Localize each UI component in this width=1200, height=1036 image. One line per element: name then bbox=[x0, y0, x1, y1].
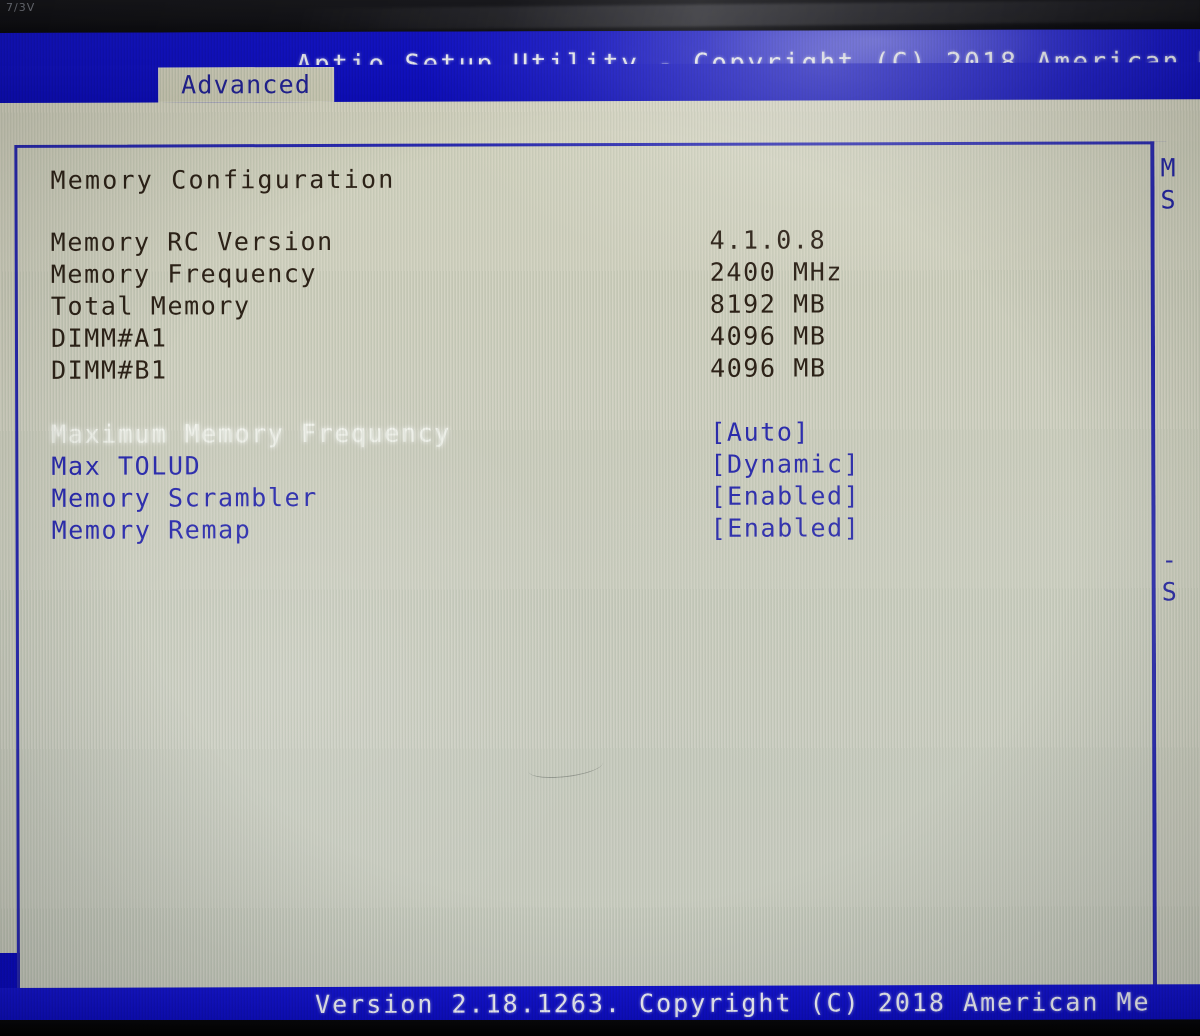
setting-label: Memory Scrambler bbox=[51, 482, 318, 513]
setting-label: Maximum Memory Frequency bbox=[51, 418, 451, 449]
setting-label: Memory Remap bbox=[51, 515, 252, 545]
footer-bar: Version 2.18.1263. Copyright (C) 2018 Am… bbox=[0, 984, 1200, 1023]
monitor-bezel-bottom bbox=[0, 1020, 1200, 1036]
setting-label: Max TOLUD bbox=[51, 451, 202, 481]
help-text-fragment: M bbox=[1160, 153, 1177, 183]
info-row-dimm-a1: DIMM#A1 4096 MB bbox=[18, 320, 1164, 355]
help-text-fragment: S bbox=[1160, 185, 1177, 215]
monitor-photo: 7/3V Aptio Setup Utility - Copyright (C)… bbox=[0, 0, 1200, 1036]
section-heading: Memory Configuration bbox=[50, 164, 396, 195]
setting-value[interactable]: [Enabled] bbox=[710, 481, 860, 510]
menu-bar: Advanced bbox=[0, 62, 1200, 103]
bezel-label: 7/3V bbox=[6, 1, 36, 14]
info-label: Memory Frequency bbox=[50, 258, 318, 289]
info-row-total-memory: Total Memory 8192 MB bbox=[18, 288, 1164, 323]
info-row-memory-rc-version: Memory RC Version 4.1.0.8 bbox=[18, 224, 1164, 259]
setting-value[interactable]: [Dynamic] bbox=[710, 449, 860, 478]
info-value: 4096 MB bbox=[710, 353, 827, 383]
setting-row-max-tolud[interactable]: Max TOLUD [Dynamic] bbox=[18, 448, 1164, 483]
settings-panel: Memory Configuration Memory RC Version 4… bbox=[14, 141, 1170, 1007]
info-value: 8192 MB bbox=[709, 289, 827, 319]
info-label: Memory RC Version bbox=[50, 226, 334, 257]
info-value: 2400 MHz bbox=[709, 257, 844, 287]
help-text-fragment: - bbox=[1161, 545, 1178, 575]
setting-value[interactable]: [Enabled] bbox=[711, 513, 861, 542]
help-text-fragment: S bbox=[1161, 577, 1178, 607]
info-label: DIMM#A1 bbox=[50, 323, 168, 353]
setting-row-memory-remap[interactable]: Memory Remap [Enabled] bbox=[19, 512, 1165, 547]
info-value: 4096 MB bbox=[709, 321, 827, 351]
info-label: DIMM#B1 bbox=[51, 355, 168, 385]
tab-advanced-label: Advanced bbox=[181, 70, 312, 100]
bios-screen: Aptio Setup Utility - Copyright (C) 2018… bbox=[0, 29, 1200, 1023]
footer-version-text: Version 2.18.1263. Copyright (C) 2018 Am… bbox=[315, 987, 1151, 1020]
bezel-sheen bbox=[300, 0, 1200, 31]
setting-row-maximum-memory-frequency[interactable]: Maximum Memory Frequency [Auto] bbox=[18, 416, 1164, 451]
tab-advanced[interactable]: Advanced bbox=[158, 66, 335, 103]
setting-value[interactable]: [Auto] bbox=[710, 417, 810, 446]
setting-row-memory-scrambler[interactable]: Memory Scrambler [Enabled] bbox=[18, 480, 1164, 515]
info-value: 4.1.0.8 bbox=[709, 225, 827, 255]
info-label: Total Memory bbox=[50, 291, 251, 321]
help-pane: M S - S bbox=[1154, 141, 1200, 1004]
info-row-memory-frequency: Memory Frequency 2400 MHz bbox=[18, 256, 1164, 291]
info-row-dimm-b1: DIMM#B1 4096 MB bbox=[18, 352, 1164, 387]
